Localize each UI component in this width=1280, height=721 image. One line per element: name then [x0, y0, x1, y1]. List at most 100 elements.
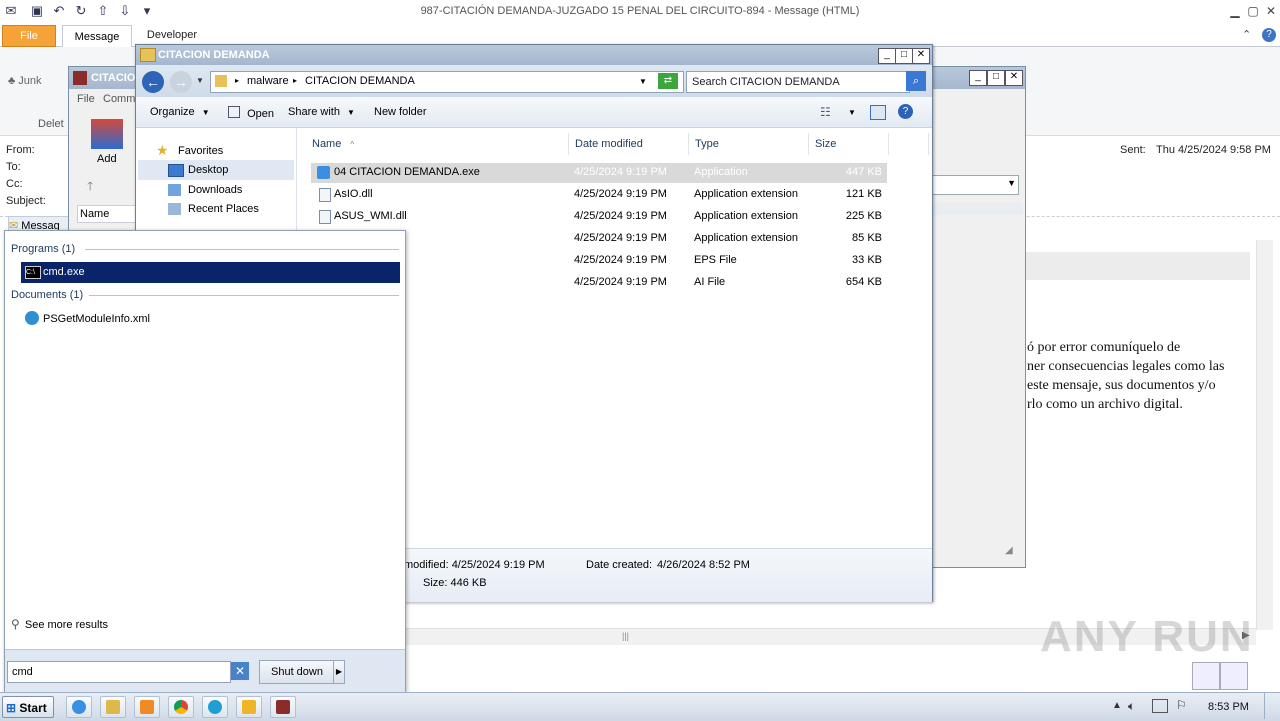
close-icon[interactable]: ✕	[1262, 3, 1280, 19]
body-line: rlo como un archivo digital.	[1027, 397, 1183, 412]
see-more-results-link[interactable]: ⚲ See more results	[11, 617, 108, 631]
chevron-down-icon: ▼	[201, 108, 210, 117]
chevron-down-icon[interactable]: ▼	[639, 77, 647, 86]
views-icon[interactable]: ☷	[820, 105, 831, 119]
file-size: 654 KB	[845, 276, 882, 288]
shut-down-options-icon[interactable]: ▶	[333, 660, 345, 684]
archive-path-dropdown[interactable]: ▼	[931, 175, 1019, 195]
open-label: Open	[247, 108, 274, 120]
cmd-icon: C:\	[25, 266, 41, 279]
taskbar-ie[interactable]	[66, 696, 92, 718]
chevron-up-icon[interactable]: ⌃	[1242, 28, 1251, 41]
junk-label: Junk	[18, 75, 42, 87]
shut-down-button[interactable]: Shut down	[259, 660, 335, 684]
file-row[interactable]: 04 CITACION DEMANDA.exe 4/25/2024 9:19 P…	[311, 163, 887, 183]
application-icon	[317, 166, 330, 179]
taskbar-chrome[interactable]	[168, 696, 194, 718]
column-type[interactable]: Type	[689, 133, 809, 155]
file-date: 4/25/2024 9:19 PM	[574, 210, 667, 222]
tray-expand-icon[interactable]: ▲	[1112, 700, 1122, 711]
tab-file[interactable]: File	[2, 25, 56, 47]
breadcrumb-citacion-demanda[interactable]: CITACION DEMANDA	[305, 75, 415, 87]
maximize-icon[interactable]: ▢	[1244, 3, 1262, 19]
body-line: ner consecuencias legales como las	[1027, 359, 1225, 374]
chevron-down-icon[interactable]: ▼	[848, 108, 856, 117]
favorites-label[interactable]: Favorites	[178, 145, 223, 157]
sort-up-icon: ^	[350, 140, 355, 149]
help-icon[interactable]: ?	[1262, 28, 1276, 42]
search-icon[interactable]: ⌕	[906, 71, 926, 91]
archive-menu-commands[interactable]: Comm	[103, 93, 135, 105]
flag-icon[interactable]: ⚐	[1176, 698, 1187, 712]
detail-size: Size: 446 KB	[423, 577, 487, 589]
minimize-icon[interactable]: _	[969, 70, 987, 86]
network-icon[interactable]	[1152, 699, 1168, 713]
downloads-icon	[168, 184, 181, 196]
junk-button[interactable]: ♣ Junk	[8, 75, 42, 87]
start-menu: Programs (1) C:\ cmd.exe Documents (1) P…	[4, 230, 406, 692]
result-label: cmd.exe	[43, 266, 85, 278]
taskbar-outlook[interactable]	[236, 696, 262, 718]
search-text: cmd	[12, 666, 33, 678]
resize-grip-icon[interactable]: ◢	[1005, 545, 1013, 556]
preview-pane-icon[interactable]	[870, 105, 886, 120]
file-name: ASUS_WMI.dll	[334, 210, 407, 222]
nav-item-desktop[interactable]: Desktop	[138, 160, 294, 180]
add-button[interactable]: Add	[97, 153, 117, 165]
nav-item-recent-places[interactable]: Recent Places	[138, 199, 294, 219]
column-name[interactable]: Name ^	[306, 133, 569, 155]
taskbar: ⊞ Start ▲ 🔈︎ ⚐ 8:53 PM	[0, 692, 1280, 721]
maximize-icon[interactable]: □	[895, 48, 913, 64]
taskbar-media[interactable]	[134, 696, 160, 718]
refresh-icon[interactable]: ⇄	[658, 73, 678, 89]
close-icon[interactable]: ✕	[912, 48, 930, 64]
organize-button[interactable]: Organize ▼	[150, 106, 210, 118]
up-arrow-icon[interactable]: 🡑	[87, 177, 93, 198]
taskbar-explorer[interactable]	[100, 696, 126, 718]
open-button[interactable]: Open	[228, 106, 274, 120]
maximize-icon[interactable]: □	[987, 70, 1005, 86]
column-size[interactable]: Size	[809, 133, 889, 155]
volume-icon[interactable]: 🔈︎	[1128, 699, 1135, 714]
minimize-icon[interactable]: ▁	[1226, 3, 1244, 19]
to-label: To:	[6, 161, 21, 173]
file-row[interactable]: AsIO.dll 4/25/2024 9:19 PM Application e…	[311, 185, 887, 205]
add-archive-icon	[91, 119, 123, 149]
taskbar-edge[interactable]	[202, 696, 228, 718]
minimize-icon[interactable]: _	[878, 48, 896, 64]
back-icon[interactable]: ←	[142, 71, 164, 93]
new-folder-button[interactable]: New folder	[374, 106, 427, 118]
tab-message[interactable]: Message	[62, 25, 132, 47]
nav-label: Desktop	[188, 164, 229, 176]
taskbar-archiver[interactable]	[270, 696, 296, 718]
share-with-button[interactable]: Share with ▼	[288, 106, 355, 118]
search-input[interactable]: Search CITACION DEMANDA	[686, 71, 910, 93]
command-bar: Organize ▼ Open Share with ▼ New folder …	[136, 97, 932, 128]
explorer-titlebar: CITACION DEMANDA _ □ ✕	[136, 45, 932, 65]
column-date-modified[interactable]: Date modified	[569, 133, 689, 155]
start-search-input[interactable]: cmd	[7, 661, 231, 683]
breadcrumb-malware[interactable]: malware	[247, 75, 289, 87]
search-result-cmd[interactable]: C:\ cmd.exe	[21, 262, 400, 283]
file-size: 447 KB	[845, 166, 882, 178]
tab-developer[interactable]: Developer	[136, 24, 208, 46]
show-desktop-button[interactable]	[1264, 693, 1279, 719]
close-icon[interactable]: ✕	[1005, 70, 1023, 86]
help-icon[interactable]: ?	[898, 104, 913, 119]
clock[interactable]: 8:53 PM	[1208, 701, 1249, 713]
body-scrollbar[interactable]	[1256, 240, 1273, 630]
address-bar[interactable]: ▸ malware ▸ CITACION DEMANDA ▼	[210, 71, 684, 93]
clear-search-icon[interactable]: ✕	[231, 662, 249, 680]
nav-item-downloads[interactable]: Downloads	[138, 180, 294, 200]
archive-menu-file[interactable]: File	[77, 93, 95, 105]
history-dropdown-icon[interactable]: ▼	[196, 76, 204, 85]
search-result-document[interactable]: PSGetModuleInfo.xml	[21, 309, 400, 329]
file-date: 4/25/2024 9:19 PM	[574, 188, 667, 200]
column-extra[interactable]	[889, 133, 929, 155]
archive-name-column[interactable]: Name	[77, 205, 136, 223]
forward-icon[interactable]: →	[170, 71, 192, 93]
start-button[interactable]: ⊞ Start	[2, 696, 54, 718]
file-type: EPS File	[694, 254, 737, 266]
file-row[interactable]: ASUS_WMI.dll 4/25/2024 9:19 PM Applicati…	[311, 207, 887, 227]
file-date: 4/25/2024 9:19 PM	[574, 166, 667, 178]
